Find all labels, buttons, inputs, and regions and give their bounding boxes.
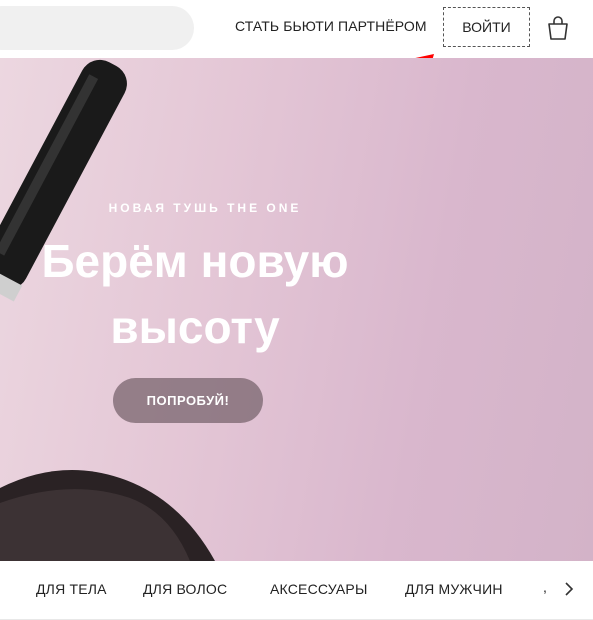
hero-title-line-1: Берём новую — [41, 235, 349, 287]
site-header: СТАТЬ БЬЮТИ ПАРТНЁРОМ ВОЙТИ — [0, 0, 593, 58]
hero-title: Берём новую высоту — [10, 228, 380, 360]
hero-title-line-2: высоту — [110, 301, 280, 353]
search-input[interactable] — [0, 6, 194, 50]
chevron-right-icon[interactable] — [562, 581, 576, 597]
category-hair[interactable]: ДЛЯ ВОЛОС — [143, 581, 227, 597]
category-body[interactable]: ДЛЯ ТЕЛА — [36, 581, 107, 597]
hero-eyebrow: НОВАЯ ТУШЬ THE ONE — [108, 201, 302, 215]
become-partner-link[interactable]: СТАТЬ БЬЮТИ ПАРТНЁРОМ — [235, 18, 427, 34]
shopping-bag-icon[interactable] — [546, 15, 570, 41]
login-button[interactable]: ВОЙТИ — [443, 7, 530, 47]
category-men[interactable]: ДЛЯ МУЖЧИН — [405, 581, 503, 597]
category-nav: ДЛЯ ТЕЛА ДЛЯ ВОЛОС АКСЕССУАРЫ ДЛЯ МУЖЧИН… — [0, 561, 593, 620]
hero-banner[interactable]: НОВАЯ ТУШЬ THE ONE Берём новую высоту ПО… — [0, 58, 593, 561]
try-button[interactable]: ПОПРОБУЙ! — [113, 378, 263, 423]
category-next-partial: , — [543, 579, 547, 595]
category-accessories[interactable]: АКСЕССУАРЫ — [270, 581, 368, 597]
